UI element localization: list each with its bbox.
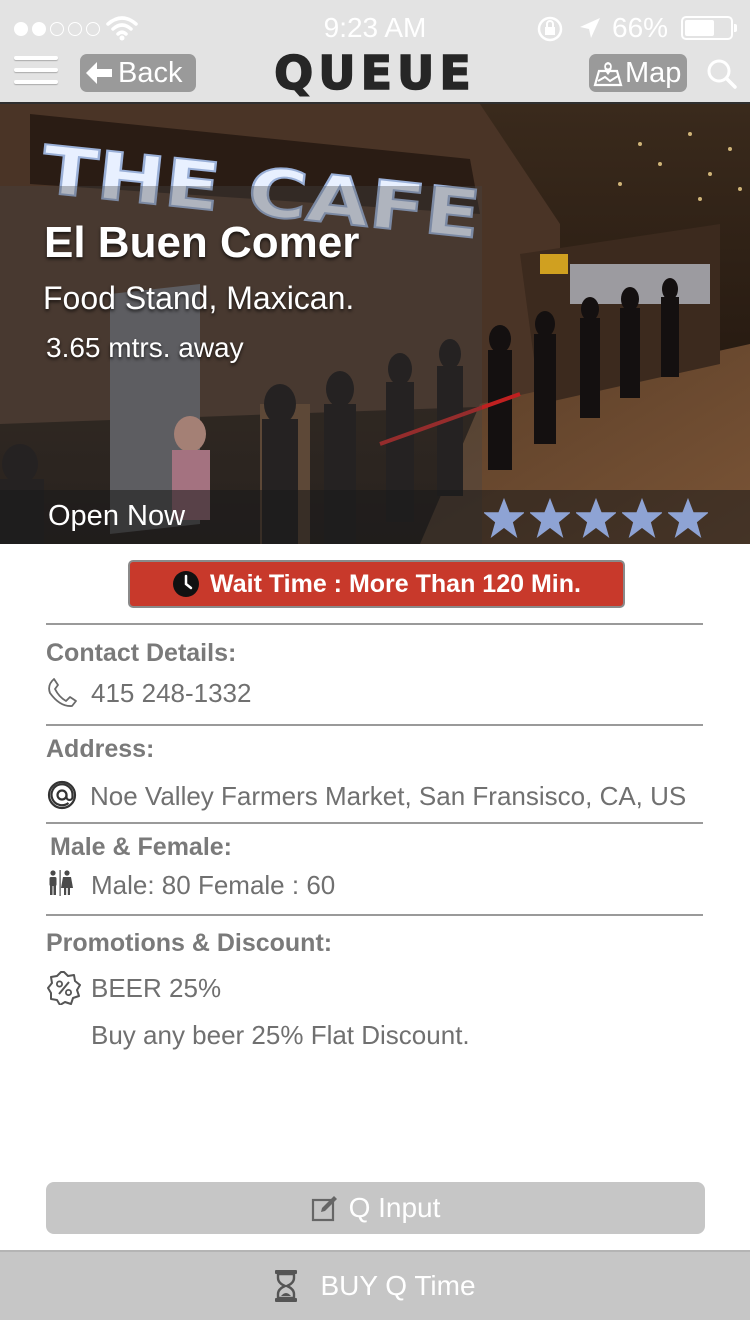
- battery-percent: 66%: [612, 12, 669, 43]
- promotions-title: Promotions & Discount:: [46, 929, 333, 957]
- q-input-button[interactable]: Q Input: [46, 1182, 705, 1234]
- address-at-icon: [47, 780, 77, 810]
- male-female-icon: [49, 870, 73, 896]
- venue-hero: THE CAFE El Buen Comer Food Stand, Maxic…: [0, 104, 750, 544]
- buy-q-time-button[interactable]: BUY Q Time: [0, 1250, 750, 1320]
- promotion-offer: BEER 25%: [91, 973, 222, 1003]
- status-bar: 9:23 AM 66%: [0, 0, 750, 52]
- address-title: Address:: [46, 735, 155, 763]
- hourglass-icon: [275, 1270, 298, 1302]
- map-label: Map: [625, 56, 682, 89]
- search-icon[interactable]: [706, 58, 738, 90]
- venue-category: Food Stand, Maxican.: [43, 280, 355, 316]
- contact-title: Contact Details:: [46, 639, 237, 667]
- divider: [46, 914, 703, 916]
- wait-time-badge[interactable]: Wait Time : More Than 120 Min.: [128, 560, 625, 608]
- q-input-label: Q Input: [348, 1192, 441, 1223]
- divider: [46, 623, 703, 625]
- battery-icon: [681, 16, 737, 40]
- rating-stars: [484, 498, 708, 538]
- venue-distance: 3.65 mtrs. away: [46, 332, 244, 363]
- gender-ratio: Male: 80 Female : 60: [91, 870, 336, 900]
- map-button[interactable]: Map: [589, 54, 687, 92]
- map-icon: [593, 62, 623, 87]
- star-icon: [622, 498, 662, 538]
- star-icon: [484, 498, 524, 538]
- wait-time-label: Wait Time : More Than 120 Min.: [210, 569, 581, 598]
- edit-icon: [311, 1196, 337, 1222]
- phone-icon: [48, 678, 77, 707]
- address-value[interactable]: Noe Valley Farmers Market, San Fransisco…: [90, 781, 686, 812]
- clock-icon: [173, 571, 200, 597]
- star-icon: [668, 498, 708, 538]
- rotation-lock-icon: [537, 16, 563, 42]
- gender-title: Male & Female:: [50, 833, 233, 861]
- phone-number[interactable]: 415 248-1332: [91, 678, 251, 709]
- buy-q-time-label: BUY Q Time: [320, 1270, 476, 1301]
- star-icon: [576, 498, 616, 538]
- divider: [46, 822, 703, 824]
- top-bar: 9:23 AM 66% Back QUEUE Map: [0, 0, 750, 104]
- discount-badge-icon: [47, 971, 81, 1005]
- star-icon: [530, 498, 570, 538]
- location-arrow-icon: [580, 18, 600, 38]
- promotion-description: Buy any beer 25% Flat Discount.: [91, 1020, 470, 1050]
- open-status: Open Now: [48, 500, 186, 532]
- venue-name: El Buen Comer: [44, 218, 360, 267]
- divider: [46, 724, 703, 726]
